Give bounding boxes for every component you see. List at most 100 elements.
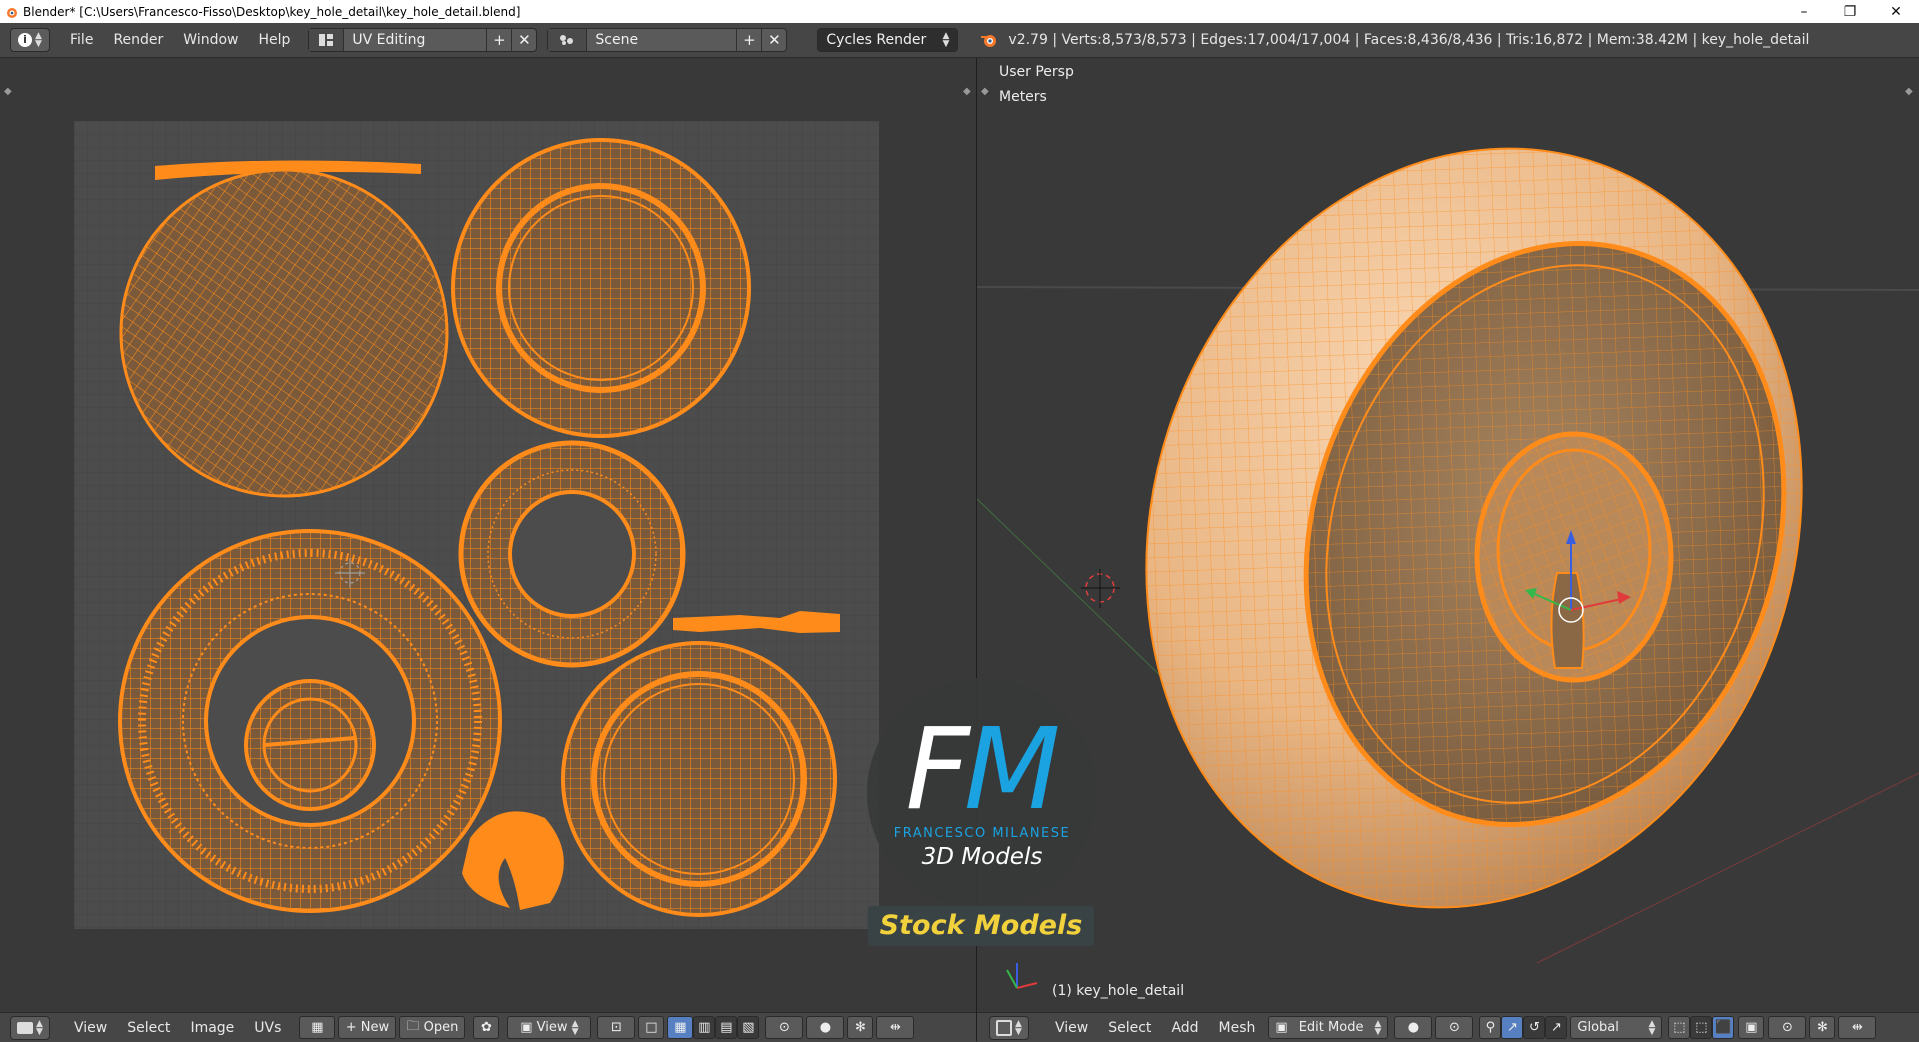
updown-arrows-icon: ▲ ▼ bbox=[1015, 1018, 1022, 1037]
v3d-menu-mesh[interactable]: Mesh bbox=[1209, 1020, 1266, 1036]
pin-icon[interactable]: ✿ bbox=[473, 1016, 500, 1039]
edge-select-icon[interactable]: ▥ bbox=[693, 1016, 716, 1039]
window-title: Blender* [C:\Users\Francesco-Fisso\Deskt… bbox=[23, 4, 521, 19]
view-mode-icon: ▣ bbox=[520, 1020, 533, 1035]
view-axis-indicator bbox=[1006, 963, 1038, 989]
updown-arrows-icon: ▲ ▼ bbox=[1374, 1018, 1382, 1037]
view-mode-dropdown[interactable]: ▣ View ▲ ▼ bbox=[507, 1016, 592, 1039]
region-toggle-right-icon[interactable]: ◆ bbox=[1905, 86, 1913, 97]
uv-menu-select[interactable]: Select bbox=[117, 1020, 180, 1036]
fm-brand-name: FRANCESCO MILANESE bbox=[893, 826, 1071, 841]
uv-editor-header: ▲ ▼ View Select Image UVs ▦ + New 🗀 Open … bbox=[0, 1012, 976, 1042]
view-perspective-label: User Persp bbox=[999, 64, 1074, 80]
viewport-shading-button[interactable]: ● bbox=[1394, 1016, 1433, 1039]
cube-icon bbox=[996, 1019, 1013, 1036]
updown-arrows-icon: ▲ ▼ bbox=[36, 1018, 43, 1037]
uv-menu-view[interactable]: View bbox=[64, 1020, 117, 1036]
proportional-edit-button[interactable]: ⊙ bbox=[765, 1016, 804, 1039]
manipulator-toggle-icon[interactable]: ⚲ bbox=[1479, 1016, 1502, 1039]
edit-mode-icon: ▣ bbox=[1275, 1020, 1288, 1035]
fm-watermark: FM FRANCESCO MILANESE 3D Models Stock Mo… bbox=[860, 676, 1100, 946]
render-engine-dropdown[interactable]: Cycles Render ▲ ▼ bbox=[817, 28, 959, 52]
3d-viewport-header: ▲ ▼ View Select Add Mesh ▣ Edit Mode ▲ ▼ ●… bbox=[977, 1012, 1919, 1042]
updown-arrows-icon: ▲ ▼ bbox=[942, 31, 950, 49]
face-select-icon[interactable]: ▤ bbox=[715, 1016, 738, 1039]
snap-element-button[interactable]: ⇹ bbox=[1838, 1016, 1877, 1039]
active-object-label: (1) key_hole_detail bbox=[1052, 983, 1185, 999]
edge-select-mode-icon[interactable]: ⬚ bbox=[1690, 1016, 1713, 1039]
editor-type-uv-button[interactable]: ▲ ▼ bbox=[10, 1015, 50, 1040]
menu-render[interactable]: Render bbox=[103, 32, 173, 48]
vertex-select-icon[interactable]: ▦ bbox=[667, 1016, 694, 1039]
pivot-point-button[interactable]: ⊙ bbox=[1435, 1016, 1474, 1039]
updown-arrows-icon: ▲ ▼ bbox=[35, 31, 42, 49]
screen-layout-selector[interactable]: UV Editing + ✕ bbox=[308, 28, 538, 52]
image-browse-button[interactable]: ▦ bbox=[299, 1016, 336, 1039]
sticky-selection-icon[interactable]: □ bbox=[638, 1016, 665, 1039]
editor-type-info-button[interactable]: i ▲ ▼ bbox=[10, 28, 50, 52]
menu-window[interactable]: Window bbox=[173, 32, 248, 48]
translate-manipulator-icon[interactable]: ↗ bbox=[1501, 1016, 1524, 1039]
uv-menu-uvs[interactable]: UVs bbox=[244, 1020, 291, 1036]
open-image-button[interactable]: 🗀 Open bbox=[399, 1016, 466, 1039]
view-mode-label: View bbox=[536, 1020, 568, 1035]
image-browse-icon: ▦ bbox=[311, 1020, 324, 1035]
scene-statistics: v2.79 | Verts:8,573/8,573 | Edges:17,004… bbox=[1008, 32, 1810, 48]
new-image-button[interactable]: + New bbox=[338, 1016, 397, 1039]
open-image-label: Open bbox=[423, 1020, 459, 1035]
scene-name[interactable]: Scene bbox=[587, 32, 736, 48]
updown-arrows-icon: ▲ ▼ bbox=[571, 1018, 579, 1037]
v3d-menu-select[interactable]: Select bbox=[1098, 1020, 1161, 1036]
scene-selector[interactable]: Scene + ✕ bbox=[547, 28, 788, 52]
snap-toggle-icon[interactable]: ✻ bbox=[1809, 1016, 1836, 1039]
uv-canvas[interactable] bbox=[0, 58, 976, 1012]
3d-viewport[interactable]: User Persp Meters (1) key_hole_detail ◆ … bbox=[977, 58, 1919, 1012]
v3d-menu-add[interactable]: Add bbox=[1161, 1020, 1208, 1036]
face-select-mode-icon[interactable]: ⬛ bbox=[1712, 1016, 1735, 1039]
render-engine-label[interactable]: Cycles Render bbox=[826, 32, 926, 48]
plus-icon: + bbox=[345, 1020, 357, 1035]
add-scene-icon[interactable]: + bbox=[736, 29, 761, 51]
region-toggle-left-icon[interactable]: ◆ bbox=[981, 86, 989, 97]
blender-logo-icon bbox=[981, 35, 997, 47]
uv-sync-button[interactable]: ⇹ bbox=[876, 1016, 915, 1039]
orientation-label: Global bbox=[1577, 1020, 1619, 1035]
minimize-icon[interactable]: – bbox=[1781, 0, 1827, 23]
mode-label: Edit Mode bbox=[1298, 1020, 1364, 1035]
fm-sub-label: 3D Models bbox=[921, 844, 1043, 870]
window-titlebar: Blender* [C:\Users\Francesco-Fisso\Deskt… bbox=[0, 0, 1919, 23]
menu-file[interactable]: File bbox=[60, 32, 103, 48]
new-image-label: New bbox=[360, 1020, 390, 1035]
pivot-point-button[interactable]: ⊡ bbox=[597, 1016, 636, 1039]
info-header: i ▲ ▼ File Render Window Help UV Editing … bbox=[0, 23, 1919, 58]
viewport-canvas[interactable] bbox=[977, 58, 1919, 1012]
updown-arrows-icon: ▲ ▼ bbox=[1648, 1018, 1656, 1037]
screen-layout-icon[interactable] bbox=[309, 29, 345, 51]
scene-icon[interactable] bbox=[548, 29, 588, 51]
close-icon[interactable]: ✕ bbox=[1873, 0, 1919, 23]
add-screen-icon[interactable]: + bbox=[486, 29, 511, 51]
vertex-select-mode-icon[interactable]: ⬚ bbox=[1668, 1016, 1691, 1039]
v3d-menu-view[interactable]: View bbox=[1045, 1020, 1098, 1036]
island-select-icon[interactable]: ▧ bbox=[737, 1016, 760, 1039]
menu-help[interactable]: Help bbox=[248, 32, 300, 48]
stock-models-label: Stock Models bbox=[868, 906, 1094, 946]
orientation-dropdown[interactable]: Global ▲ ▼ bbox=[1570, 1016, 1663, 1039]
rotate-manipulator-icon[interactable]: ↺ bbox=[1523, 1016, 1546, 1039]
proportional-edit-button[interactable]: ⊙ bbox=[1768, 1016, 1807, 1039]
screen-layout-name[interactable]: UV Editing bbox=[344, 32, 486, 48]
snap-element-icon[interactable]: ✻ bbox=[847, 1016, 874, 1039]
delete-scene-icon[interactable]: ✕ bbox=[761, 29, 786, 51]
snap-toggle-button[interactable]: ● bbox=[806, 1016, 845, 1039]
editor-type-3d-button[interactable]: ▲ ▼ bbox=[989, 1015, 1029, 1040]
delete-screen-icon[interactable]: ✕ bbox=[511, 29, 536, 51]
restore-icon[interactable]: ❐ bbox=[1827, 0, 1873, 23]
scale-manipulator-icon[interactable]: ↗ bbox=[1545, 1016, 1568, 1039]
mode-dropdown[interactable]: ▣ Edit Mode ▲ ▼ bbox=[1268, 1016, 1389, 1039]
view-units-label: Meters bbox=[999, 89, 1047, 105]
uv-menu-image[interactable]: Image bbox=[180, 1020, 244, 1036]
occlude-geometry-icon[interactable]: ▣ bbox=[1738, 1016, 1765, 1039]
uv-image-editor[interactable]: ◆ ◆ bbox=[0, 58, 976, 1012]
info-icon: i bbox=[18, 33, 33, 47]
image-editor-icon bbox=[17, 1021, 34, 1034]
